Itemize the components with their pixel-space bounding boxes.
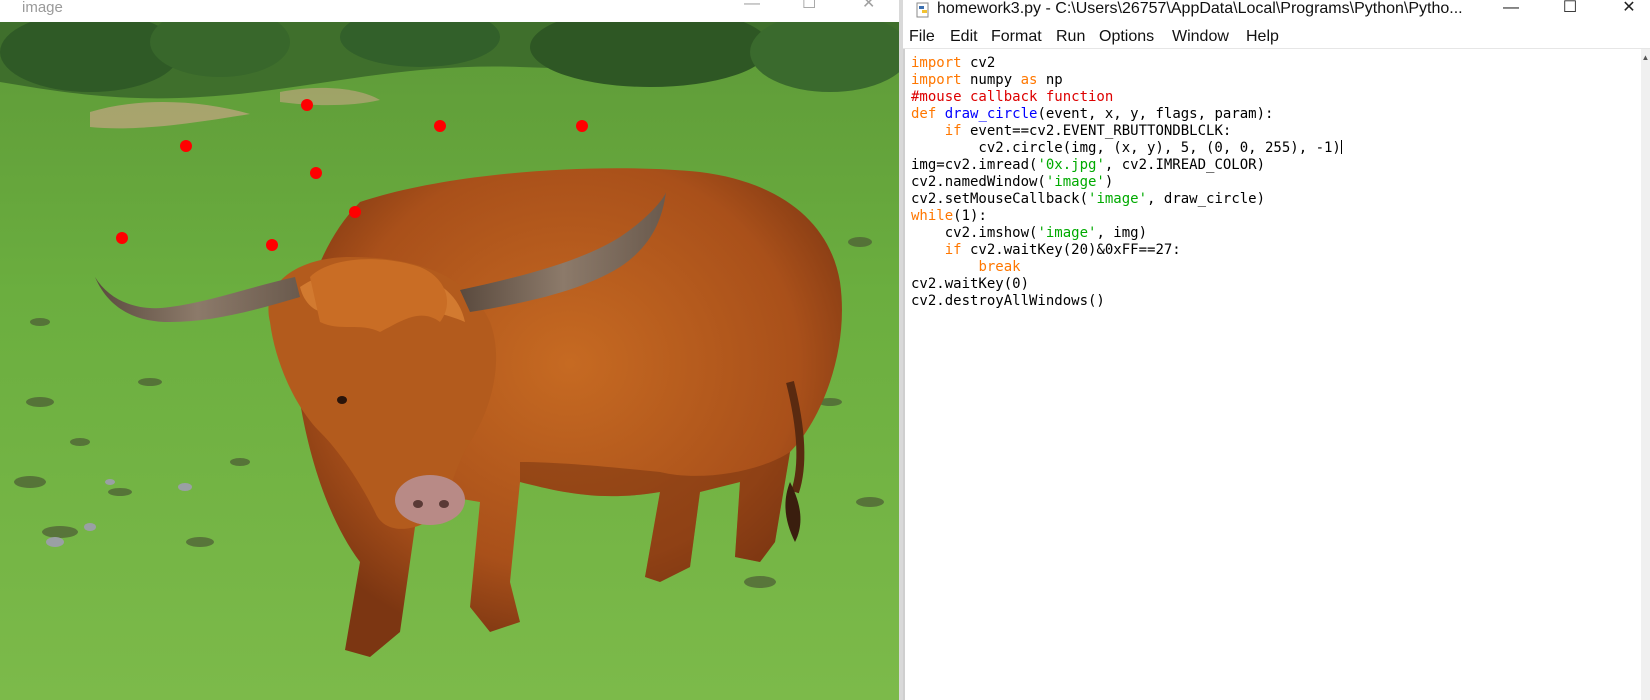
code-token: import	[911, 55, 962, 71]
idle-titlebar[interactable]: homework3.py - C:\Users\26757\AppData\Lo…	[903, 0, 1650, 24]
image-canvas[interactable]	[0, 22, 899, 700]
menu-bar: File Edit Format Run Options Window Help	[903, 26, 1650, 49]
code-line[interactable]: cv2.imshow('image', img)	[911, 225, 1342, 242]
code-token: if	[944, 242, 962, 258]
code-token: cv2.destroyAllWindows()	[911, 293, 1105, 309]
cow-photo	[0, 22, 899, 700]
menu-run[interactable]: Run	[1056, 28, 1085, 46]
code-token: (event, x, y, flags, param):	[1037, 106, 1274, 122]
code-line[interactable]: import cv2	[911, 55, 1342, 72]
menu-file[interactable]: File	[909, 28, 935, 46]
maximize-button[interactable]: ☐	[802, 0, 816, 12]
image-window: image — ☐ ✕	[0, 0, 900, 700]
image-window-titlebar[interactable]: image — ☐ ✕	[0, 0, 900, 22]
menu-options[interactable]: Options	[1099, 28, 1154, 46]
code-token: , draw_circle)	[1147, 191, 1266, 207]
code-line[interactable]: break	[911, 259, 1342, 276]
code-line[interactable]: if event==cv2.EVENT_RBUTTONDBLCLK:	[911, 123, 1342, 140]
code-token: break	[978, 259, 1021, 275]
code-token: np	[1037, 72, 1063, 88]
code-token: 'image'	[1037, 225, 1097, 241]
code-token: (1):	[953, 208, 987, 224]
code-token: cv2.circle(img, (x, y), 5, (0, 0, 255), …	[911, 140, 1341, 156]
code-line[interactable]: cv2.namedWindow('image')	[911, 174, 1342, 191]
vertical-scrollbar[interactable]: ▲	[1641, 49, 1650, 700]
maximize-button[interactable]: ☐	[1560, 0, 1580, 17]
code-token: event==cv2.EVENT_RBUTTONDBLCLK:	[961, 123, 1232, 139]
code-line[interactable]: def draw_circle(event, x, y, flags, para…	[911, 106, 1342, 123]
minimize-button[interactable]: —	[1501, 0, 1521, 17]
code-token: as	[1020, 72, 1038, 88]
code-line[interactable]: cv2.setMouseCallback('image', draw_circl…	[911, 191, 1342, 208]
code-token: , img)	[1096, 225, 1148, 241]
code-token: draw_circle	[944, 106, 1038, 122]
code-token: if	[944, 123, 962, 139]
menu-window[interactable]: Window	[1172, 28, 1229, 46]
menu-format[interactable]: Format	[991, 28, 1042, 46]
code-line[interactable]: cv2.waitKey(0)	[911, 276, 1342, 293]
code-token: cv2.waitKey(20)&0xFF==27:	[961, 242, 1181, 258]
code-line[interactable]: cv2.destroyAllWindows()	[911, 293, 1342, 310]
code-token: #mouse callback function	[911, 89, 1114, 105]
code-token: cv2.setMouseCallback(	[911, 191, 1089, 207]
code-line[interactable]: import numpy as np	[911, 72, 1342, 89]
menu-edit[interactable]: Edit	[950, 28, 978, 46]
code-token: while	[911, 208, 954, 224]
scroll-up-icon[interactable]: ▲	[1641, 53, 1650, 63]
code-token: 'image'	[1088, 191, 1148, 207]
code-token: , cv2.IMREAD_COLOR)	[1104, 157, 1266, 173]
code-token: '0x.jpg'	[1037, 157, 1105, 173]
code-token: cv2	[961, 55, 996, 71]
code-token: import	[911, 72, 962, 88]
code-token: def	[911, 106, 937, 122]
code-token: 'image'	[1045, 174, 1105, 190]
text-cursor	[1340, 140, 1342, 154]
idle-editor-window: homework3.py - C:\Users\26757\AppData\Lo…	[903, 0, 1650, 700]
code-editor[interactable]: import cv2 import numpy as np #mouse callb…	[903, 49, 1643, 700]
close-button[interactable]: ✕	[862, 0, 875, 12]
code-line[interactable]: while(1):	[911, 208, 1342, 225]
close-button[interactable]: ✕	[1619, 0, 1639, 17]
minimize-button[interactable]: —	[744, 0, 760, 12]
code-line[interactable]: #mouse callback function	[911, 89, 1342, 106]
code-token: cv2.waitKey(0)	[911, 276, 1030, 292]
menu-help[interactable]: Help	[1246, 28, 1279, 46]
idle-window-title: homework3.py - C:\Users\26757\AppData\Lo…	[937, 0, 1463, 17]
python-file-icon	[916, 2, 929, 18]
code-text[interactable]: import cv2 import numpy as np #mouse callb…	[911, 55, 1342, 310]
code-token: img=cv2.imread(	[911, 157, 1038, 173]
code-line[interactable]: img=cv2.imread('0x.jpg', cv2.IMREAD_COLO…	[911, 157, 1342, 174]
code-token: )	[1104, 174, 1114, 190]
code-token: cv2.namedWindow(	[911, 174, 1046, 190]
image-window-title: image	[22, 0, 63, 16]
code-token: numpy	[961, 72, 1021, 88]
code-line[interactable]: cv2.circle(img, (x, y), 5, (0, 0, 255), …	[911, 140, 1342, 157]
code-token: cv2.imshow(	[911, 225, 1038, 241]
code-line[interactable]: if cv2.waitKey(20)&0xFF==27:	[911, 242, 1342, 259]
